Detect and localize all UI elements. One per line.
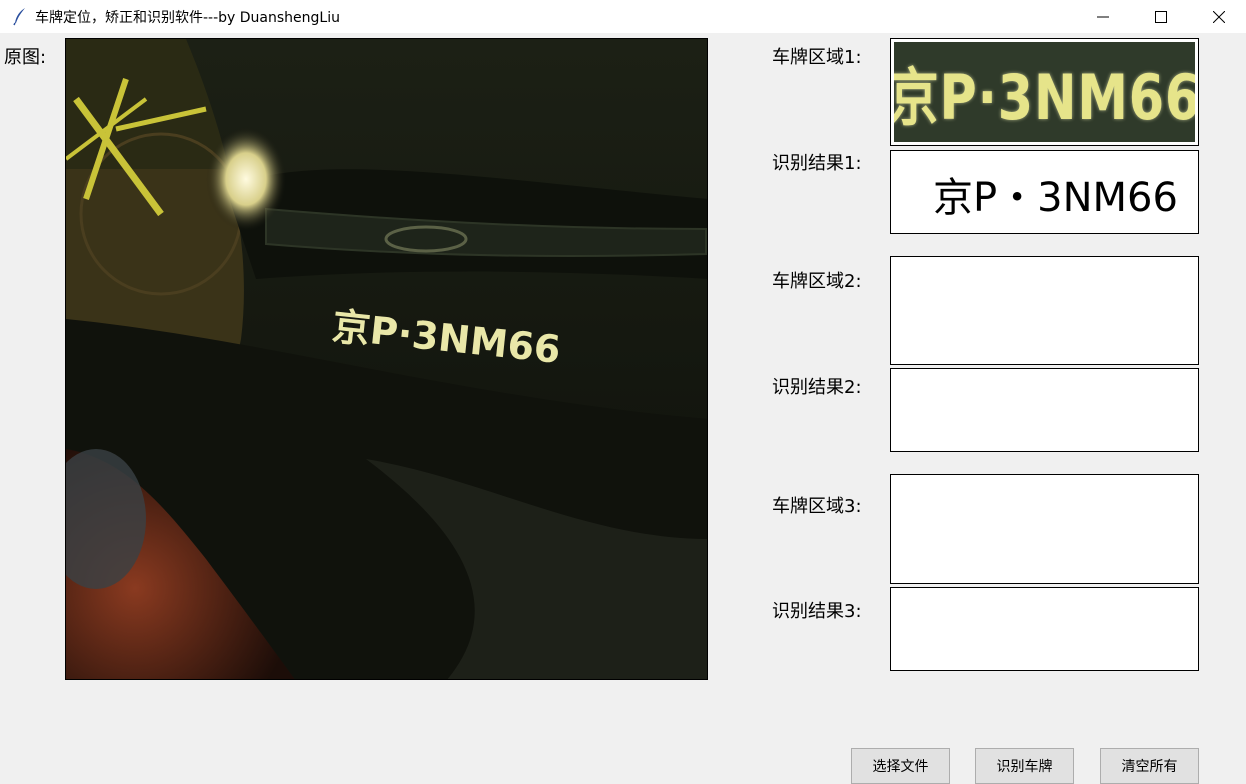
result-3-box xyxy=(890,587,1199,671)
maximize-icon xyxy=(1155,10,1167,23)
plate-region-3-box xyxy=(890,474,1199,584)
plate-region-1-image-text: 京P·3NM66 xyxy=(894,61,1195,134)
result-3-label: 识别结果3: xyxy=(772,601,862,622)
result-1-text: 京P・3NM66 xyxy=(933,175,1178,221)
title-bar: 车牌定位，矫正和识别软件---by DuanshengLiu xyxy=(0,0,1246,33)
close-icon xyxy=(1213,10,1225,23)
original-image: 京P·3NM66 xyxy=(65,38,708,680)
plate-region-3-label: 车牌区域3: xyxy=(772,496,862,517)
result-1-label: 识别结果1: xyxy=(772,153,862,174)
clear-all-button[interactable]: 清空所有 xyxy=(1100,748,1199,784)
minimize-icon xyxy=(1097,16,1109,17)
plate-region-1-label: 车牌区域1: xyxy=(772,47,862,68)
recognize-plate-button[interactable]: 识别车牌 xyxy=(975,748,1074,784)
close-button[interactable] xyxy=(1190,0,1246,33)
plate-region-1-image: 京P·3NM66 xyxy=(894,42,1195,142)
plate-region-1-box: 京P·3NM66 xyxy=(890,38,1199,146)
plate-region-2-box xyxy=(890,256,1199,365)
select-file-button[interactable]: 选择文件 xyxy=(851,748,950,784)
window-title: 车牌定位，矫正和识别软件---by DuanshengLiu xyxy=(35,10,340,26)
original-photo-graphic: 京P·3NM66 xyxy=(66,39,707,679)
minimize-button[interactable] xyxy=(1074,0,1132,33)
original-image-label: 原图: xyxy=(4,47,47,68)
maximize-button[interactable] xyxy=(1132,0,1190,33)
result-2-label: 识别结果2: xyxy=(772,377,862,398)
feather-icon xyxy=(13,8,25,26)
plate-region-2-label: 车牌区域2: xyxy=(772,271,862,292)
result-1-box: 京P・3NM66 xyxy=(890,150,1199,234)
result-2-box xyxy=(890,368,1199,452)
